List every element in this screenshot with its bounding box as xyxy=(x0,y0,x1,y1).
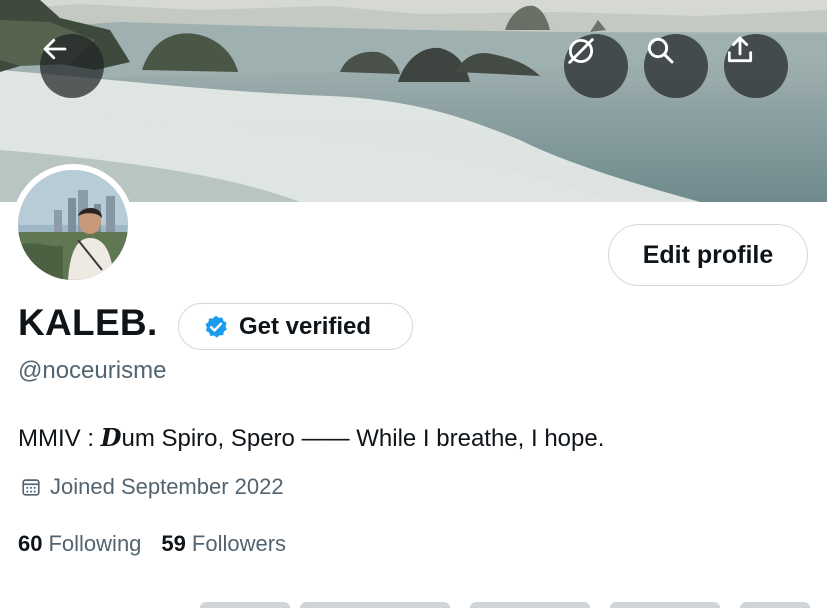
search-icon xyxy=(647,37,674,64)
edit-profile-button[interactable]: Edit profile xyxy=(608,224,808,286)
truncated-content-row xyxy=(0,596,827,608)
followers-count: 59 xyxy=(161,531,186,556)
joined-date: Joined September 2022 xyxy=(20,474,284,500)
bio-styled-letter: D xyxy=(100,423,122,452)
following-count: 60 xyxy=(18,531,43,556)
calendar-icon xyxy=(22,479,40,496)
bio-prefix: MMIV : xyxy=(18,425,101,452)
joined-label: Joined September 2022 xyxy=(50,474,284,499)
verified-badge-icon xyxy=(205,315,227,338)
coast-landscape-image xyxy=(0,0,827,202)
bio-rest: um Spiro, Spero —— While I breathe, I ho… xyxy=(121,425,605,452)
back-button[interactable] xyxy=(40,34,104,98)
followers-label: Followers xyxy=(191,531,287,556)
share-upload-icon xyxy=(727,36,753,63)
share-button[interactable] xyxy=(724,34,788,98)
following-label: Following xyxy=(48,531,142,556)
following-link[interactable]: 60 Following xyxy=(18,531,141,557)
get-verified-label: Get verified xyxy=(239,312,372,340)
display-name: KALEB. xyxy=(18,302,158,343)
grok-button[interactable] xyxy=(564,34,628,98)
followers-link[interactable]: 59 Followers xyxy=(161,531,286,557)
avatar-container[interactable] xyxy=(12,164,134,286)
arrow-left-icon xyxy=(43,38,67,60)
search-button[interactable] xyxy=(644,34,708,98)
get-verified-button[interactable]: Get verified xyxy=(178,303,413,350)
follow-stats: 60 Following 59 Followers xyxy=(18,531,286,557)
avatar-photo xyxy=(18,170,128,280)
avatar[interactable] xyxy=(18,170,128,280)
user-handle: @noceurisme xyxy=(18,357,167,384)
profile-banner[interactable] xyxy=(0,0,827,202)
slashed-circle-icon xyxy=(568,38,594,64)
profile-bio: MMIV : Dum Spiro, Spero —— While I breat… xyxy=(18,423,604,453)
